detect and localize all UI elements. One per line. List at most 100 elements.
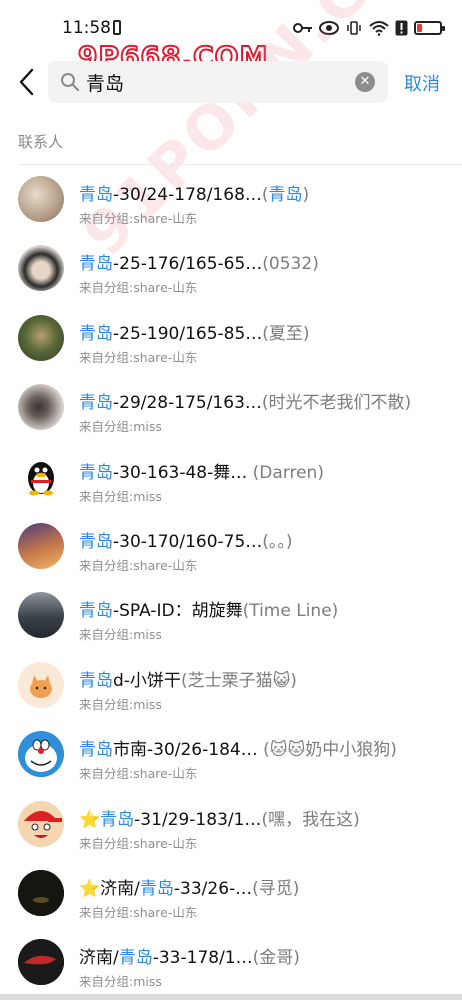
section-label-contacts: 联系人 [18, 133, 64, 151]
contact-list: 青岛-30/24-178/168…(青岛) 来自分组:share-山东 青岛-25-… [0, 165, 462, 998]
contact-row[interactable]: 青岛-25-176/165-65…(0532) 来自分组:share-山东 [0, 234, 462, 303]
contact-row[interactable]: 青岛-25-190/165-85…(夏至) 来自分组:share-山东 [0, 304, 462, 373]
contact-group-label: 来自分组:share-山东 [79, 211, 198, 226]
contact-name-rest: d-小饼干 [113, 670, 181, 691]
avatar-sunset-illustration [18, 522, 64, 569]
contact-name-highlight: 青岛 [79, 601, 113, 622]
avatar-street [18, 592, 64, 639]
contact-group-label: 来自分组:share-山东 [79, 280, 198, 296]
avatar-dark-night [18, 869, 64, 916]
contact-remark: (Time Line) [242, 601, 339, 622]
contact-group-label: 来自分组:share-山东 [79, 557, 198, 573]
contact-remark: (夏至) [262, 323, 310, 344]
contact-name-highlight: 青岛 [100, 809, 135, 830]
search-header: ✕ 取消 [0, 58, 462, 106]
contact-name-highlight: 青岛 [79, 254, 113, 275]
contact-row[interactable]: 青岛-SPA-ID：胡旋舞(Time Line) 来自分组:miss [0, 581, 462, 650]
contact-remark-highlight: 青岛 [268, 185, 303, 205]
contact-remark: (0532) [262, 254, 319, 275]
avatar-doraemon [18, 731, 64, 778]
qq-penguin-icon [18, 453, 64, 500]
bottom-edge [0, 994, 462, 1000]
contact-name: 青岛-29/28-175/163…(时光不老我们不散) [79, 388, 455, 413]
alert-icon [395, 20, 408, 36]
search-icon [61, 73, 79, 91]
contact-group-label: 来自分组:share-山东 [79, 904, 198, 920]
contact-row[interactable]: 青岛d-小饼干(芝士栗子猫😺) 来自分组:miss [0, 651, 462, 720]
contact-row[interactable]: 青岛-30-170/160-75…(。。) 来自分组:share-山东 [0, 512, 462, 581]
avatar-cartoon-cap-boy [18, 800, 64, 847]
contact-remark: ( [261, 185, 269, 205]
contact-name: 青岛-30-170/160-75…(。。) [79, 527, 455, 552]
contact-name-rest: -31/29-183/1… [134, 809, 262, 830]
search-input[interactable] [86, 68, 346, 96]
contact-name-prefix: 济南/ [79, 948, 119, 969]
contact-name-rest: -25-176/165-65… [113, 254, 263, 275]
contact-remark: (时光不老我们不散) [261, 393, 412, 414]
contact-remark-end: ) [302, 185, 310, 205]
avatar-forest [18, 314, 64, 361]
contact-name-highlight: 青岛 [79, 670, 113, 691]
contact-name-highlight: 青岛 [79, 393, 113, 414]
contact-name-rest: -SPA-ID：胡旋舞 [113, 601, 243, 622]
contact-name: 青岛-25-190/165-85…(夏至) [79, 319, 455, 344]
contact-name-rest: 市南-30/26-184… [113, 740, 258, 761]
contact-remark: (金哥) [252, 948, 300, 969]
contact-row[interactable]: ⭐济南/青岛-33/26-…(寻觅) 来自分组:share-山东 [0, 859, 462, 928]
contact-group-label: 来自分组:miss [79, 488, 162, 504]
chevron-left-icon [19, 68, 34, 96]
contact-name-prefix: ⭐济南/ [79, 878, 140, 899]
contact-row[interactable]: ⭐青岛-31/29-183/1…(嘿，我在这) 来自分组:share-山东 [0, 790, 462, 859]
clear-icon[interactable]: ✕ [355, 72, 375, 92]
contact-name-highlight: 青岛 [118, 948, 153, 969]
contact-remark: (寻觅) [252, 878, 300, 899]
avatar-woman-dark-hair [18, 245, 64, 292]
status-time: 11:58 [62, 18, 111, 38]
phone-status-icon [113, 20, 121, 35]
contact-name-highlight: 青岛 [139, 878, 174, 899]
contact-name-highlight: 青岛 [79, 531, 113, 552]
contact-group-label: 来自分组:miss [79, 974, 162, 990]
contact-group-label: 来自分组:share-山东 [79, 349, 198, 365]
contact-remark: (芝士栗子猫😺) [180, 670, 297, 691]
contact-group-label: 来自分组:miss [79, 696, 162, 712]
contact-name-rest: -30/24-178/168… [113, 185, 262, 205]
contact-name-prefix: ⭐ [79, 809, 101, 830]
contact-name-rest: -33/26-… [173, 878, 253, 899]
contact-name-rest: -30-170/160-75… [113, 531, 263, 552]
contact-row[interactable]: 济南/青岛-33-178/1…(金哥) 来自分组:miss [0, 928, 462, 997]
contact-row[interactable]: 青岛市南-30/26-184… (🐱🐱奶中小狼狗) 来自分组:share-山东 [0, 720, 462, 789]
contact-name: 青岛-30/24-178/168…(青岛) [79, 180, 455, 205]
contact-remark: (嘿，我在这) [261, 809, 360, 830]
contact-group-label: 来自分组:miss [79, 627, 162, 643]
contact-name: 青岛市南-30/26-184… (🐱🐱奶中小狼狗) [79, 735, 455, 760]
wifi-icon [369, 21, 389, 36]
contact-name: 济南/青岛-33-178/1…(金哥) [79, 943, 455, 968]
contact-row[interactable]: 青岛-30-163-48-舞… (Darren) 来自分组:miss [0, 443, 462, 512]
cancel-button[interactable]: 取消 [404, 70, 440, 96]
contact-name-highlight: 青岛 [79, 185, 113, 205]
contact-name: 青岛-25-176/165-65…(0532) [79, 249, 455, 274]
contact-remark: (Darren) [247, 462, 324, 483]
contact-name-rest: -30-163-48-舞… [113, 462, 248, 483]
contact-group-label: 来自分组:share-山东 [79, 766, 198, 782]
contact-name: ⭐青岛-31/29-183/1…(嘿，我在这) [79, 805, 455, 830]
back-button[interactable] [14, 66, 42, 98]
contact-name-highlight: 青岛 [79, 462, 113, 483]
contact-row[interactable]: 青岛-30/24-178/168…(青岛) 来自分组:share-山东 [0, 165, 462, 234]
contact-name: 青岛d-小饼干(芝士栗子猫😺) [79, 666, 455, 691]
avatar-cat-cartoon [18, 661, 64, 708]
contact-name-rest: -29/28-175/163… [113, 393, 262, 414]
contact-name: 青岛-30-163-48-舞… (Darren) [79, 458, 455, 483]
contact-name: 青岛-SPA-ID：胡旋舞(Time Line) [79, 596, 455, 621]
avatar-girl-selfie [18, 384, 64, 431]
battery-icon [414, 21, 445, 35]
contact-remark: (。。) [262, 531, 293, 552]
contact-group-label: 来自分组:share-山东 [79, 835, 198, 851]
search-box[interactable]: ✕ [48, 61, 388, 103]
contact-remark: (🐱🐱奶中小狼狗) [257, 740, 397, 761]
contact-name-rest: -33-178/1… [152, 948, 253, 969]
contact-row[interactable]: 青岛-29/28-175/163…(时光不老我们不散) 来自分组:miss [0, 373, 462, 442]
avatar-red-fish [18, 939, 64, 986]
contact-name-highlight: 青岛 [79, 323, 113, 344]
